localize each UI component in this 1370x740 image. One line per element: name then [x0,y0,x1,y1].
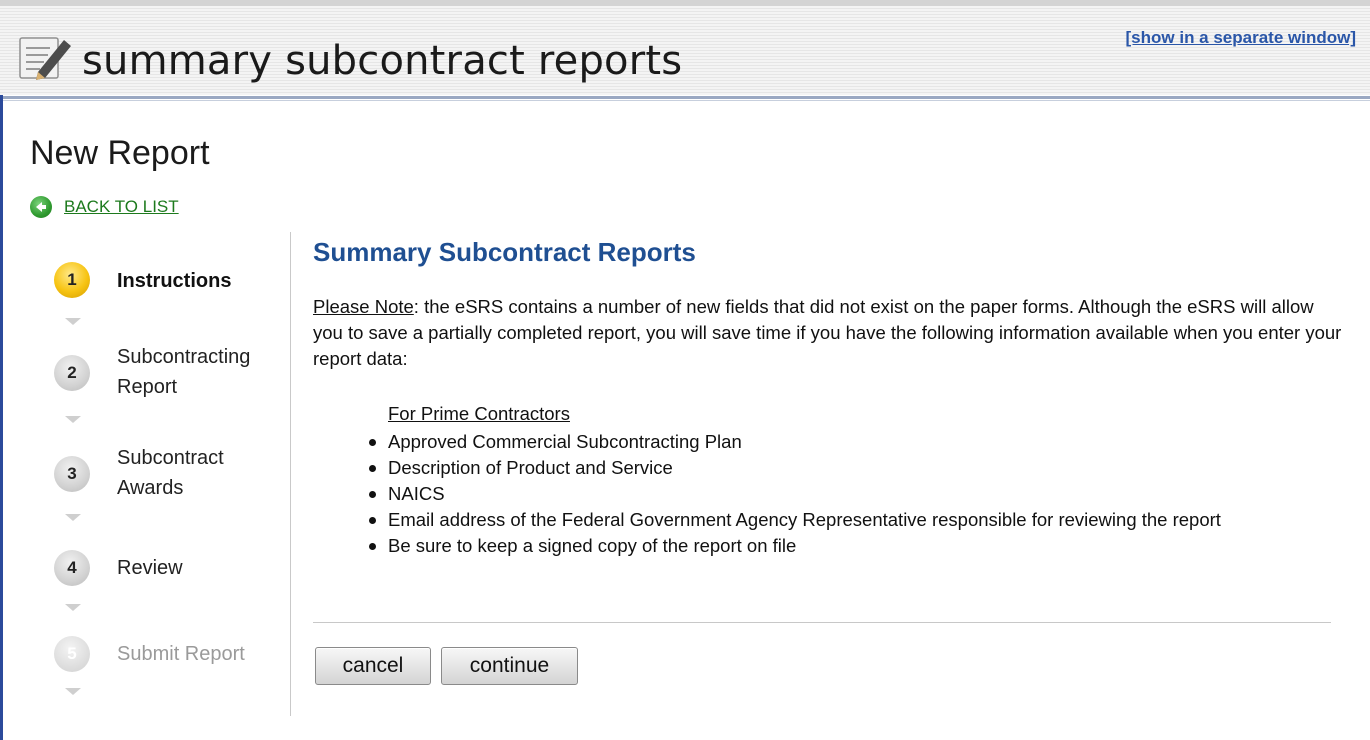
step-label: Instructions [117,270,232,292]
header-divider [0,96,1370,99]
show-in-separate-window-link[interactable]: [show in a separate window] [1126,28,1356,48]
back-to-list-label: BACK TO LIST [64,197,179,216]
left-border [0,95,3,740]
step-number-badge: 2 [54,355,90,391]
app-header: summary subcontract reports [show in a s… [0,0,1370,101]
step-arrow-icon [65,514,81,521]
step-number-badge: 1 [54,262,90,298]
back-to-list-link[interactable]: BACK TO LIST [30,196,179,218]
step-label: Submit Report [117,643,245,665]
please-note-text: : the eSRS contains a number of new fiel… [313,296,1342,369]
list-item: Description of Product and Service [313,455,1278,481]
notepad-pencil-icon [19,37,71,80]
list-heading: For Prime Contractors [388,403,570,424]
steps-divider [290,232,291,716]
list-item: Email address of the Federal Government … [313,507,1278,533]
step-arrow-icon [65,416,81,423]
content-divider [313,622,1331,623]
step-number-badge: 5 [54,636,90,672]
list-item: Approved Commercial Subcontracting Plan [313,429,1278,455]
step-number-badge: 4 [54,550,90,586]
step-label: Subcontract Awards [117,447,224,499]
requirements-list: Approved Commercial Subcontracting Plan … [313,429,1343,559]
section-title: Summary Subcontract Reports [313,237,696,267]
list-item: Be sure to keep a signed copy of the rep… [313,533,1278,559]
step-number-badge: 3 [54,456,90,492]
page-title: New Report [30,134,210,172]
back-arrow-icon [30,196,52,218]
step-arrow-icon [65,688,81,695]
please-note-paragraph: Please Note: the eSRS contains a number … [313,294,1343,372]
please-note-label: Please Note [313,296,414,317]
cancel-button[interactable]: cancel [315,647,431,685]
step-label: Review [117,557,183,579]
step-arrow-icon [65,604,81,611]
list-item: NAICS [313,481,1278,507]
header-divider-thin [0,100,1370,101]
step-arrow-icon [65,318,81,325]
step-label: Subcontracting Report [117,346,251,398]
app-title: summary subcontract reports [82,38,683,84]
continue-button[interactable]: continue [441,647,578,685]
